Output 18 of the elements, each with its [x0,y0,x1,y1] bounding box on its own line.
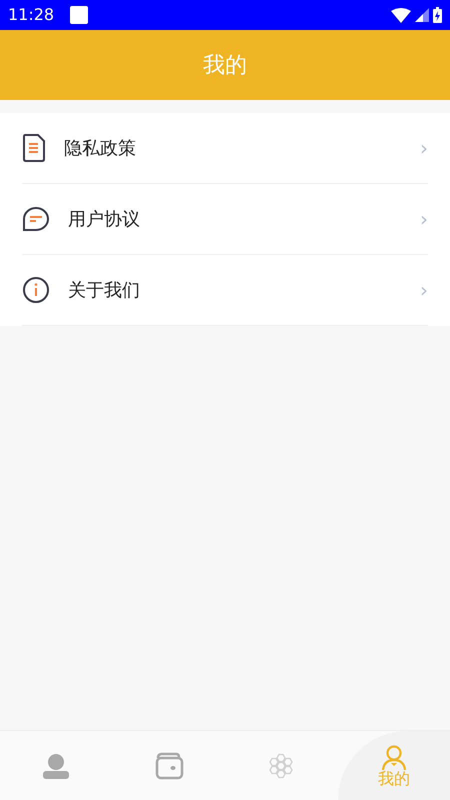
clock-time: 11:28 [8,4,54,26]
info-icon [22,276,50,304]
chevron-icon: › [420,275,428,305]
signal-icon [415,8,429,22]
menu-item[interactable]: 隐私政策 › [22,113,428,184]
battery-icon [433,7,442,23]
wifi-icon [391,8,411,22]
user-icon [380,744,408,770]
notification-icon [70,6,88,24]
document-icon [22,134,46,162]
menu-item[interactable]: 用户协议 › [22,184,428,255]
page-title: 我的 [203,52,247,80]
person-icon [42,752,70,780]
chevron-icon: › [420,133,428,163]
wallet-icon [154,752,184,780]
chevron-icon: › [420,204,428,234]
menu-item[interactable]: 关于我们 › [22,255,428,326]
chat-bubble-icon [22,206,50,232]
